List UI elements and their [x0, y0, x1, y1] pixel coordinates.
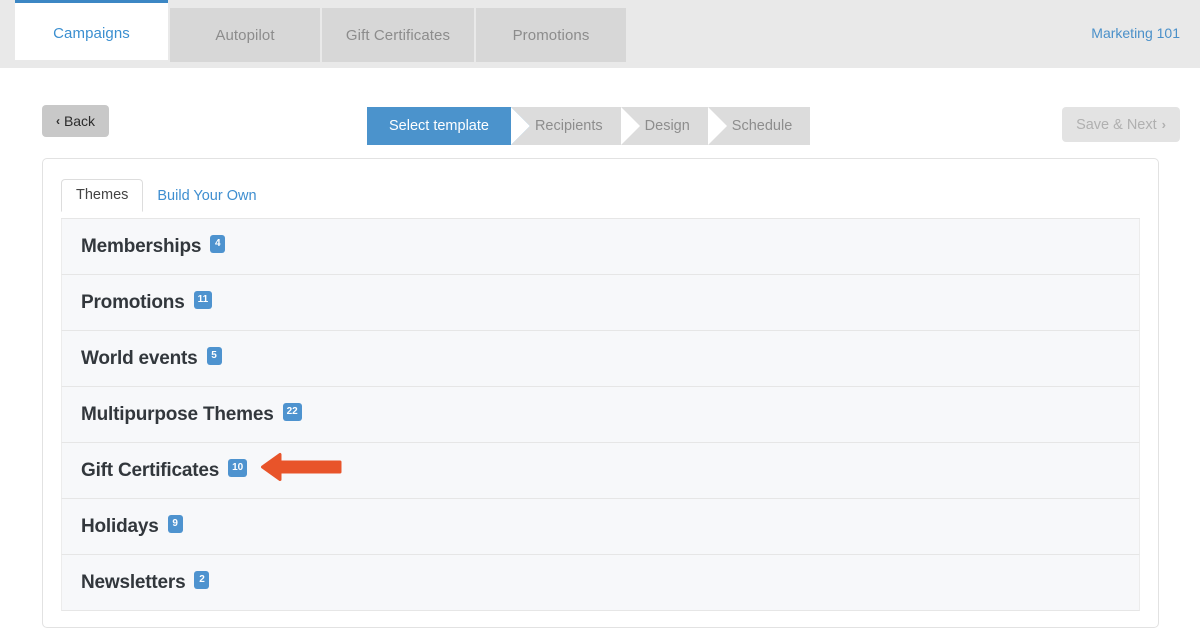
list-item-holidays[interactable]: Holidays 9 [61, 499, 1140, 555]
top-tab-gift-certificates-label: Gift Certificates [345, 26, 451, 44]
list-item-label: Holidays [81, 515, 159, 537]
tab-build-your-own[interactable]: Build Your Own [143, 181, 270, 212]
tab-build-your-own-label: Build Your Own [157, 188, 257, 204]
list-item-memberships[interactable]: Memberships 4 [61, 219, 1140, 275]
top-tab-list: Campaigns Autopilot Gift Certificates Pr… [15, 0, 628, 62]
theme-category-list: Memberships 4 Promotions 11 World events… [61, 218, 1140, 611]
wizard-step-select-template[interactable]: Select template [367, 107, 530, 145]
wizard-step-breadcrumb: Select template Recipients Design Schedu… [367, 107, 811, 145]
list-item-count-badge: 2 [194, 570, 210, 589]
list-item-count-badge: 4 [210, 234, 226, 253]
list-item-world-events[interactable]: World events 5 [61, 331, 1140, 387]
panel-tab-list: Themes Build Your Own [43, 175, 1158, 212]
list-item-gift-certificates[interactable]: Gift Certificates 10 [61, 443, 1140, 499]
marketing-101-link[interactable]: Marketing 101 [1091, 25, 1180, 41]
top-tab-promotions[interactable]: Promotions [476, 8, 626, 62]
back-button[interactable]: ‹ Back [42, 105, 109, 137]
top-tab-campaigns[interactable]: Campaigns [15, 0, 168, 60]
wizard-step-recipients[interactable]: Recipients [510, 107, 640, 145]
template-selection-panel: Themes Build Your Own Memberships 4 Prom… [42, 158, 1159, 628]
list-item-count-badge: 11 [193, 290, 213, 309]
wizard-step-schedule-label: Schedule [731, 118, 793, 134]
top-tab-gift-certificates[interactable]: Gift Certificates [322, 8, 474, 62]
wizard-action-row: ‹ Back Select template Recipients Design… [0, 68, 1200, 156]
wizard-step-recipients-label: Recipients [534, 118, 603, 134]
list-item-label: Gift Certificates [81, 459, 220, 481]
list-item-newsletters[interactable]: Newsletters 2 [61, 555, 1140, 611]
top-tab-autopilot[interactable]: Autopilot [170, 8, 320, 62]
list-item-count-badge: 9 [167, 514, 183, 533]
tab-themes[interactable]: Themes [61, 179, 144, 212]
tab-themes-label: Themes [76, 187, 129, 203]
wizard-step-schedule[interactable]: Schedule [707, 107, 811, 145]
list-item-label: Promotions [81, 291, 185, 313]
list-item-promotions[interactable]: Promotions 11 [61, 275, 1140, 331]
app-top-navigation-bar: Campaigns Autopilot Gift Certificates Pr… [0, 0, 1200, 68]
list-item-count-badge: 5 [206, 346, 222, 365]
list-item-label: Memberships [81, 235, 202, 257]
list-item-label: World events [81, 347, 198, 369]
wizard-step-design[interactable]: Design [620, 107, 727, 145]
wizard-step-design-label: Design [644, 118, 690, 134]
back-button-label: Back [63, 113, 96, 129]
list-item-count-badge: 10 [228, 458, 248, 477]
save-and-next-button[interactable]: Save & Next › [1062, 107, 1180, 142]
wizard-step-select-template-label: Select template [389, 118, 489, 134]
list-item-count-badge: 22 [282, 402, 302, 421]
chevron-left-icon: ‹ [55, 114, 60, 128]
top-tab-promotions-label: Promotions [512, 26, 590, 44]
list-item-label: Multipurpose Themes [81, 403, 274, 425]
chevron-right-icon: › [1161, 117, 1166, 132]
top-tab-autopilot-label: Autopilot [215, 26, 275, 44]
list-item-multipurpose-themes[interactable]: Multipurpose Themes 22 [61, 387, 1140, 443]
list-item-label: Newsletters [81, 571, 186, 593]
top-tab-campaigns-label: Campaigns [53, 25, 130, 42]
save-and-next-label: Save & Next [1076, 116, 1157, 133]
